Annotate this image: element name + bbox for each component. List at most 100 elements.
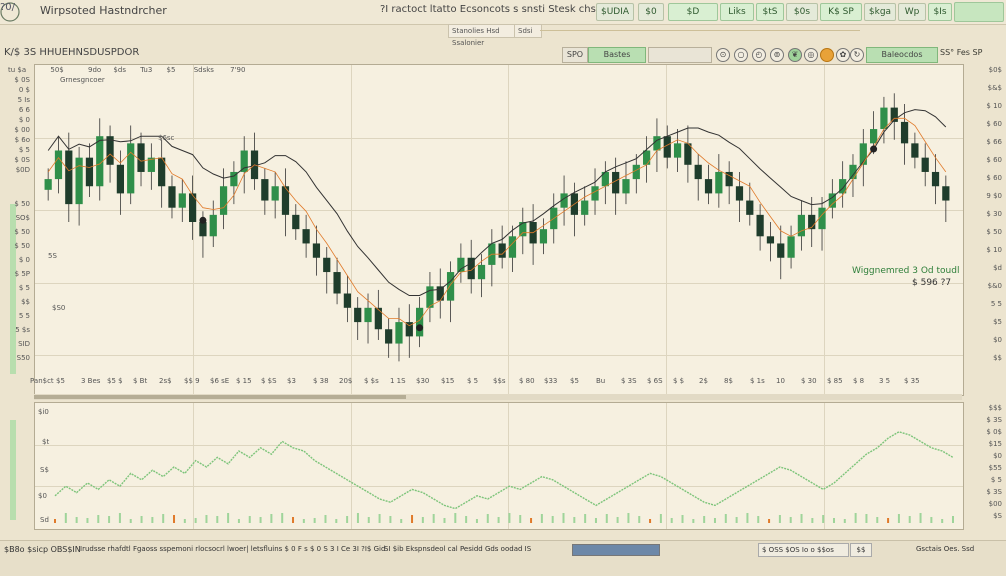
marker-dot[interactable] — [199, 216, 207, 224]
candle[interactable] — [312, 243, 321, 258]
sub-field-1[interactable]: Stanolies Hsd Ssalonier — [448, 24, 516, 47]
candle[interactable] — [343, 293, 351, 308]
marker-dot[interactable] — [870, 145, 878, 153]
top-chip-3[interactable]: $tS — [756, 3, 784, 21]
candle[interactable] — [735, 186, 744, 201]
main-chart-panel[interactable] — [34, 64, 964, 396]
candle[interactable] — [477, 264, 486, 280]
circle-icon[interactable]: ○ — [734, 48, 748, 62]
status-field-2[interactable]: $$ — [850, 543, 872, 557]
top-chip-4[interactable]: $0s — [786, 3, 818, 21]
leaf-icon[interactable]: ❦ — [788, 48, 802, 62]
candle[interactable] — [508, 236, 517, 258]
gear-icon[interactable]: ✿ — [836, 48, 850, 62]
horizontal-scrollbar[interactable] — [34, 394, 962, 400]
candle[interactable] — [323, 257, 331, 273]
candle[interactable] — [85, 157, 94, 187]
candle[interactable] — [622, 179, 630, 194]
candle[interactable] — [942, 186, 950, 201]
candle[interactable] — [643, 150, 651, 165]
candle[interactable] — [116, 164, 124, 194]
candle[interactable] — [385, 329, 393, 344]
candle[interactable] — [931, 171, 940, 187]
candle[interactable] — [137, 143, 145, 172]
top-chip-7[interactable]: Wp — [898, 3, 926, 21]
top-chip-5[interactable]: K$ SP — [820, 3, 862, 21]
candle[interactable] — [446, 272, 455, 301]
oscillator-panel[interactable] — [34, 402, 964, 530]
candle[interactable] — [519, 222, 527, 237]
candle[interactable] — [766, 236, 775, 244]
candle[interactable] — [364, 307, 372, 323]
candle[interactable] — [127, 143, 135, 194]
x-tick-28: $ 1s — [750, 377, 765, 385]
candle[interactable] — [261, 179, 269, 201]
toolbar-button-empty[interactable] — [648, 47, 712, 63]
price-chart[interactable] — [35, 65, 963, 395]
marker-dot[interactable] — [416, 324, 424, 332]
candle[interactable] — [870, 129, 878, 144]
candle[interactable] — [797, 214, 805, 237]
candle[interactable] — [921, 157, 929, 172]
top-chip-8[interactable]: $Is — [928, 3, 952, 21]
candle[interactable] — [178, 193, 186, 208]
status-field[interactable]: $ OSS $OS Io o $$os — [758, 543, 849, 557]
candle[interactable] — [673, 143, 682, 158]
sub-field-2[interactable]: Sdsi — [514, 24, 542, 38]
candle[interactable] — [457, 257, 465, 273]
candle[interactable] — [436, 286, 444, 301]
clock-icon[interactable]: ◴ — [752, 48, 766, 62]
toolbar-button-spo[interactable]: SPO — [562, 47, 588, 63]
candle[interactable] — [354, 307, 362, 323]
candle[interactable] — [395, 322, 403, 344]
candle[interactable] — [704, 179, 713, 194]
top-chip-0[interactable]: $0 — [638, 3, 664, 21]
candle[interactable] — [684, 143, 692, 165]
candle[interactable] — [581, 200, 589, 215]
candle[interactable] — [880, 107, 888, 130]
candle[interactable] — [756, 214, 764, 237]
candle[interactable] — [900, 121, 909, 144]
candle[interactable] — [168, 186, 176, 208]
top-chip-6[interactable]: $kga — [864, 3, 896, 21]
toolbar-button-baleocdos[interactable]: Baleocdos — [866, 47, 938, 63]
left-upper-tick-9: $0D — [15, 166, 30, 174]
top-chip-1[interactable]: $D — [668, 3, 718, 21]
candle[interactable] — [374, 307, 382, 330]
candle[interactable] — [302, 229, 310, 244]
oscillator-chart[interactable] — [35, 403, 963, 529]
candle[interactable] — [746, 200, 754, 215]
refresh-icon[interactable]: ↻ — [850, 48, 864, 62]
top-action-button[interactable] — [954, 2, 1004, 22]
candle[interactable] — [209, 214, 217, 237]
candle[interactable] — [199, 222, 207, 237]
candle[interactable] — [240, 150, 248, 172]
candle[interactable] — [663, 136, 671, 158]
top-chip-2[interactable]: Liks — [720, 3, 754, 21]
alert-icon[interactable] — [820, 48, 834, 62]
candle[interactable] — [65, 150, 73, 205]
scrollbar-thumb[interactable] — [34, 395, 406, 399]
candle[interactable] — [292, 214, 300, 230]
candle[interactable] — [694, 164, 702, 180]
candle[interactable] — [653, 136, 661, 151]
candle[interactable] — [498, 243, 506, 258]
candle[interactable] — [539, 229, 548, 244]
candle[interactable] — [75, 157, 83, 205]
symbol-badge[interactable]: $UDIA — [596, 3, 634, 21]
chart-icon[interactable]: ⊚ — [770, 48, 784, 62]
candle[interactable] — [777, 243, 785, 258]
candle[interactable] — [333, 272, 341, 294]
candle[interactable] — [271, 186, 279, 201]
target-icon[interactable]: ◎ — [804, 48, 818, 62]
candle[interactable] — [715, 171, 723, 194]
settings-icon[interactable]: ⊙ — [716, 48, 730, 62]
candle[interactable] — [44, 179, 52, 190]
toolbar-button-bastes[interactable]: Bastes — [588, 47, 646, 63]
candle[interactable] — [54, 150, 63, 180]
candle[interactable] — [416, 307, 424, 337]
candle[interactable] — [911, 143, 919, 158]
candle[interactable] — [219, 186, 228, 215]
candle[interactable] — [787, 236, 795, 258]
candle[interactable] — [591, 186, 599, 201]
